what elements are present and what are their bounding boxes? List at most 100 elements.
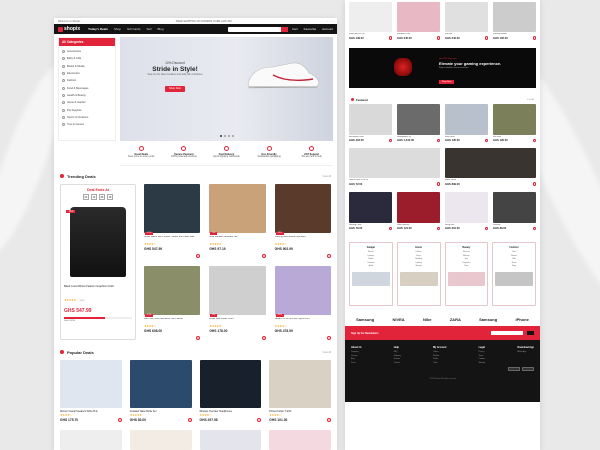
add-to-cart-icon[interactable] (532, 226, 536, 230)
product-card[interactable]: Perfume GHS 88.00 (493, 191, 536, 230)
currency-icon[interactable]: ◦ (332, 20, 333, 23)
add-to-cart-icon[interactable] (484, 36, 488, 40)
google-play-icon[interactable] (508, 367, 520, 371)
category-item[interactable]: Fashion (62, 77, 112, 84)
product-card[interactable]: -15% Tablet Pro 11 Inch with Stylus Pen ★★… (274, 266, 331, 340)
product-card[interactable]: Home Decor GHS 899.00 (445, 148, 536, 186)
brand-logo[interactable]: Samsung (479, 317, 497, 322)
footer-link[interactable]: Mobile App (517, 351, 534, 355)
category-item[interactable]: Food & Beverages (62, 84, 112, 91)
nav-link-gift-cards[interactable]: Gift Cards (127, 27, 141, 31)
add-to-cart-icon[interactable] (484, 226, 488, 230)
app-store-icon[interactable] (522, 367, 534, 371)
add-to-cart-icon[interactable] (532, 138, 536, 142)
category-box-link[interactable]: Tools (448, 265, 486, 269)
product-card[interactable]: Gaming Chair GHS 79.00 (349, 191, 392, 230)
carousel-dots[interactable] (219, 135, 234, 137)
add-to-cart-icon[interactable] (532, 36, 536, 40)
add-to-cart-icon[interactable] (484, 138, 488, 142)
subscribe-button[interactable] (527, 331, 534, 335)
brand-logo[interactable]: iPhone (515, 317, 528, 322)
brand-logo[interactable]: Samsung (356, 317, 374, 322)
add-to-cart-icon[interactable] (327, 418, 331, 422)
nav-link-today-s-deals[interactable]: Today's Deals (88, 27, 108, 31)
search-button[interactable] (280, 26, 288, 32)
add-to-cart-icon[interactable] (196, 336, 201, 340)
product-card[interactable]: Knit Vest GHS 195.00 (493, 103, 536, 142)
add-to-cart-icon[interactable] (436, 226, 440, 230)
gaming-shop-button[interactable]: Shop Now (439, 79, 455, 84)
nav-link-shop[interactable]: Shop (114, 27, 121, 31)
add-to-cart-icon[interactable] (326, 336, 331, 340)
category-box[interactable]: Gadget Phones Laptops Tablets Cameras Audio (349, 242, 393, 306)
add-to-cart-icon[interactable] (436, 138, 440, 142)
product-card[interactable]: Insulated Water Bottle Set ★★★★★ GHS 80.00 (129, 360, 192, 422)
nav-link-sell[interactable]: Sell (147, 27, 152, 31)
favourite-link[interactable]: Favourite (304, 27, 317, 31)
add-to-cart-icon[interactable] (388, 138, 392, 142)
product-card[interactable]: Smartphone 5G GHS 1,344.00 (397, 103, 440, 142)
add-to-cart-icon[interactable] (532, 182, 536, 186)
add-to-cart-icon[interactable] (261, 254, 266, 258)
product-card[interactable]: Sun Hat GHS 240.00 (445, 2, 488, 40)
product-card[interactable]: -20% Gaming Mechanical Keyboard ★★★★☆ GHS 9… (274, 184, 331, 258)
add-to-cart-icon[interactable] (196, 254, 201, 258)
product-card[interactable]: Wireless Over-Ear Headphones ★★★★☆ GHS 297… (199, 360, 262, 422)
add-to-cart-icon[interactable] (117, 418, 122, 422)
newsletter-input[interactable] (491, 331, 523, 335)
gaming-banner[interactable]: Get 20% Discount Elevate your gaming exp… (349, 47, 536, 88)
category-item[interactable]: Sports & Outdoors (62, 114, 112, 121)
product-card[interactable]: Running Shoes GHS 165.00 (493, 2, 536, 40)
search-input[interactable] (227, 26, 288, 32)
category-box-link[interactable]: Bags (495, 265, 533, 269)
brand-logo[interactable]: Nike (423, 317, 431, 322)
product-card[interactable]: Microwave Oven GHS 464.05 (349, 103, 392, 142)
footer-link[interactable]: Press (351, 362, 362, 366)
product-card[interactable]: Printed Cotton T-Shirt ★★★★☆ GHS 101.30 (269, 360, 331, 422)
product-card[interactable]: -8% Lolita Style Dress Outfit ★★★★★ GHS 178… (209, 266, 266, 340)
category-box-link[interactable]: Audio (352, 265, 390, 269)
product-card[interactable]: Kids Dress GHS 135.00 (445, 103, 488, 142)
add-to-cart-icon[interactable] (388, 226, 392, 230)
category-box-link[interactable]: Storage (400, 265, 438, 269)
footer-link[interactable]: Sitemap (479, 362, 486, 366)
featured-view-all[interactable]: View All (527, 99, 534, 101)
product-card[interactable]: Kids Ride On Car GHS 139.20 (349, 2, 392, 40)
product-card[interactable]: Backpack Pink GHS 340.00 (397, 2, 440, 40)
nav-link-blog[interactable]: Blog (158, 27, 164, 31)
category-item[interactable]: Electronics (62, 70, 112, 77)
category-box[interactable]: Fashion Men Women Kids Shoes Bags (492, 242, 536, 306)
product-card[interactable]: -5% Gold Pendant Necklace Set ★★★★★ GHS 97.… (209, 184, 266, 258)
product-card[interactable]: -12% Men Two Tone Patchwork Shirt Jacket ★… (144, 266, 201, 340)
category-item[interactable]: Baby & Kids (62, 55, 112, 62)
category-item[interactable]: Accessories (62, 48, 112, 55)
category-box[interactable]: Home Kitchen Decor Bedding Lighting Storage (396, 242, 441, 306)
hero-banner[interactable]: 10% Discount Stride in Style! Step into … (120, 37, 333, 141)
deal-of-the-day-card[interactable]: Deal Ends At 04 12 36 18 -15% Black Lined W… (60, 184, 136, 340)
category-box[interactable]: Beauty Skincare Makeup Hair Fragrance Tools (444, 242, 489, 306)
trending-view-all[interactable]: View All (323, 175, 331, 178)
footer-link[interactable]: Track (433, 362, 446, 366)
footer-link[interactable]: Contact (394, 362, 401, 366)
add-to-cart-icon[interactable] (436, 36, 440, 40)
product-card[interactable]: Women Casual Sneakers White Pink ★★★★☆ GHS… (60, 360, 122, 422)
brand-logo[interactable]: ZARA (450, 317, 461, 322)
hero-shop-button[interactable]: Shop Now (165, 85, 185, 92)
add-to-cart-icon[interactable] (388, 36, 392, 40)
product-card[interactable]: -10% Smart Watch with Fitness Tracker and… (144, 184, 201, 258)
product-card[interactable]: Vanity Set GHS 210.00 (445, 191, 488, 230)
product-card[interactable]: Wine Glasses GHS 121.00 (397, 191, 440, 230)
cart-link[interactable]: Cart (292, 27, 298, 31)
category-item[interactable]: Home & Garden (62, 99, 112, 106)
popular-view-all[interactable]: View All (323, 351, 331, 354)
add-to-cart-icon[interactable] (187, 418, 192, 422)
category-item[interactable]: Pet Supplies (62, 106, 112, 113)
category-item[interactable]: Toys & Games (62, 121, 112, 128)
add-to-cart-icon[interactable] (436, 182, 440, 186)
add-to-cart-icon[interactable] (261, 336, 266, 340)
add-to-cart-icon[interactable] (326, 254, 331, 258)
product-card[interactable]: Limited Offer 30% Off GHS 72.00 (349, 148, 440, 186)
language-icon[interactable]: ◦ (327, 20, 328, 23)
all-categories-header[interactable]: All Categories (59, 38, 115, 46)
brand-logo[interactable]: NIVEA (392, 317, 404, 322)
